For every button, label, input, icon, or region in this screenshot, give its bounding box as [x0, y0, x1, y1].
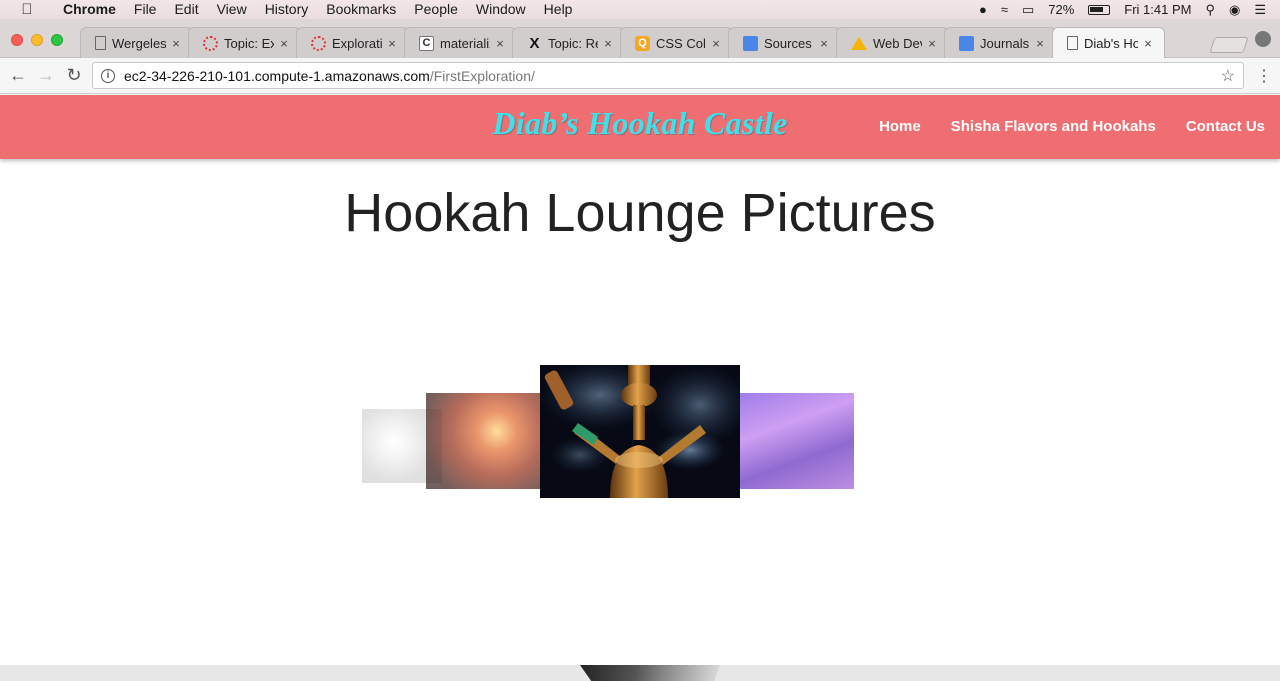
site-nav-links: Home Shisha Flavors and Hookahs Contact …: [864, 95, 1280, 159]
battery-icon[interactable]: [1088, 4, 1111, 15]
tab-list: Wergeles |×Topic: Exp×Exploratio×Cmateri…: [80, 27, 1165, 58]
menu-people[interactable]: People: [405, 0, 467, 19]
fullscreen-window-button[interactable]: [51, 34, 63, 46]
browser-tab-strip: Wergeles |×Topic: Exp×Exploratio×Cmateri…: [0, 19, 1280, 58]
ring-icon: [311, 35, 326, 51]
menu-edit[interactable]: Edit: [165, 0, 207, 19]
menu-window[interactable]: Window: [467, 0, 535, 19]
backup-status-icon[interactable]: ●: [979, 2, 987, 17]
close-tab-icon[interactable]: ×: [818, 36, 830, 51]
chrome-menu-icon[interactable]: ⋮: [1256, 66, 1272, 86]
close-tab-icon[interactable]: ×: [710, 36, 722, 51]
back-arrow-icon[interactable]: ←: [4, 65, 32, 86]
menu-app-name[interactable]: Chrome: [54, 0, 125, 19]
close-tab-icon[interactable]: ×: [278, 36, 290, 51]
carousel-slide-lounge[interactable]: [740, 393, 854, 489]
close-window-button[interactable]: [11, 34, 23, 46]
menu-view[interactable]: View: [208, 0, 256, 19]
siri-icon[interactable]: ◉: [1229, 2, 1240, 18]
browser-tab[interactable]: Web Dev 2 ×: [836, 27, 949, 58]
page-title: Hookah Lounge Pictures: [344, 183, 936, 243]
bookmark-star-icon[interactable]: ☆: [1221, 66, 1235, 86]
url-path: /FirstExploration/: [429, 67, 535, 84]
forward-arrow-icon[interactable]: →: [32, 65, 60, 86]
tab-title: Topic: Exp: [224, 35, 274, 51]
airplay-icon[interactable]: ▭: [1022, 2, 1034, 18]
tab-title: Web Dev 2: [873, 35, 922, 51]
browser-tab[interactable]: X Topic: Rev ×: [512, 27, 625, 58]
battery-percent: 72%: [1048, 2, 1075, 17]
q-icon: Q: [635, 35, 650, 51]
drive-icon: [851, 36, 867, 50]
menu-bookmarks[interactable]: Bookmarks: [317, 0, 405, 19]
profile-icon[interactable]: [1255, 31, 1271, 47]
close-tab-icon[interactable]: ×: [386, 36, 398, 51]
nav-link-flavors[interactable]: Shisha Flavors and Hookahs: [936, 95, 1171, 159]
spotlight-search-icon[interactable]: ⚲: [1205, 2, 1215, 18]
close-tab-icon[interactable]: ×: [602, 36, 614, 51]
browser-tab[interactable]: Topic: Exp ×: [188, 27, 301, 58]
apple-menu-icon[interactable]: : [0, 1, 54, 18]
site-navbar: Diab’s Hookah Castle Home Shisha Flavors…: [0, 95, 1280, 159]
image-carousel[interactable]: [0, 340, 1280, 520]
tab-title: CSS Color: [656, 35, 706, 51]
close-tab-icon[interactable]: ×: [1034, 36, 1046, 51]
window-controls: [11, 34, 63, 46]
tab-title: Wergeles |: [112, 35, 166, 51]
browser-tab[interactable]: Sources - ×: [728, 27, 841, 58]
hookah-image: [540, 365, 740, 498]
macos-menu-bar:  Chrome File Edit View History Bookmark…: [0, 0, 1280, 19]
c-icon: C: [419, 35, 434, 51]
browser-toolbar: ← → ↻ i ec2-34-226-210-101.compute-1.ama…: [0, 58, 1280, 94]
nav-link-home[interactable]: Home: [864, 95, 936, 159]
tab-title: Diab's Hoo: [1084, 35, 1138, 51]
url-host: ec2-34-226-210-101.compute-1.amazonaws.c…: [124, 67, 430, 84]
clock[interactable]: Fri 1:41 PM: [1124, 2, 1191, 17]
browser-tab[interactable]: Cmaterialize ×: [404, 27, 517, 58]
tab-title: Journals -: [980, 35, 1030, 51]
doc-icon: [1067, 36, 1078, 50]
x-icon: X: [529, 34, 540, 52]
google-doc-icon: [743, 35, 758, 51]
menu-file[interactable]: File: [125, 0, 166, 19]
wifi-icon[interactable]: ≈: [1001, 2, 1008, 17]
browser-tab[interactable]: Diab's Hoo ×: [1052, 27, 1165, 58]
new-tab-button[interactable]: [1209, 37, 1249, 53]
browser-tab[interactable]: Wergeles | ×: [80, 27, 193, 58]
ring-icon: [203, 35, 218, 51]
tab-title: Sources -: [764, 35, 814, 51]
tab-title: Exploratio: [332, 35, 382, 51]
tab-title: Topic: Rev: [548, 35, 598, 51]
browser-tab[interactable]: Q CSS Color ×: [620, 27, 733, 58]
close-tab-icon[interactable]: ×: [494, 36, 506, 51]
google-doc-icon: [959, 35, 974, 51]
carousel-slide-coals[interactable]: [426, 393, 544, 489]
browser-tab[interactable]: Journals - ×: [944, 27, 1057, 58]
notification-center-icon[interactable]: ☰: [1254, 2, 1266, 18]
browser-tab[interactable]: Exploratio ×: [296, 27, 409, 58]
doc-icon: [95, 36, 106, 50]
next-section-image: [580, 665, 720, 681]
minimize-window-button[interactable]: [31, 34, 43, 46]
reload-icon[interactable]: ↻: [60, 65, 88, 86]
close-tab-icon[interactable]: ×: [926, 36, 938, 51]
menu-history[interactable]: History: [256, 0, 318, 19]
carousel-slide-hookah[interactable]: [540, 365, 740, 498]
menu-help[interactable]: Help: [535, 0, 582, 19]
close-tab-icon[interactable]: ×: [170, 36, 182, 51]
site-info-icon[interactable]: i: [101, 68, 115, 83]
nav-link-contact[interactable]: Contact Us: [1171, 95, 1280, 159]
tab-title: materialize: [440, 35, 490, 51]
address-bar[interactable]: i ec2-34-226-210-101.compute-1.amazonaws…: [92, 62, 1244, 89]
close-tab-icon[interactable]: ×: [1142, 36, 1154, 51]
